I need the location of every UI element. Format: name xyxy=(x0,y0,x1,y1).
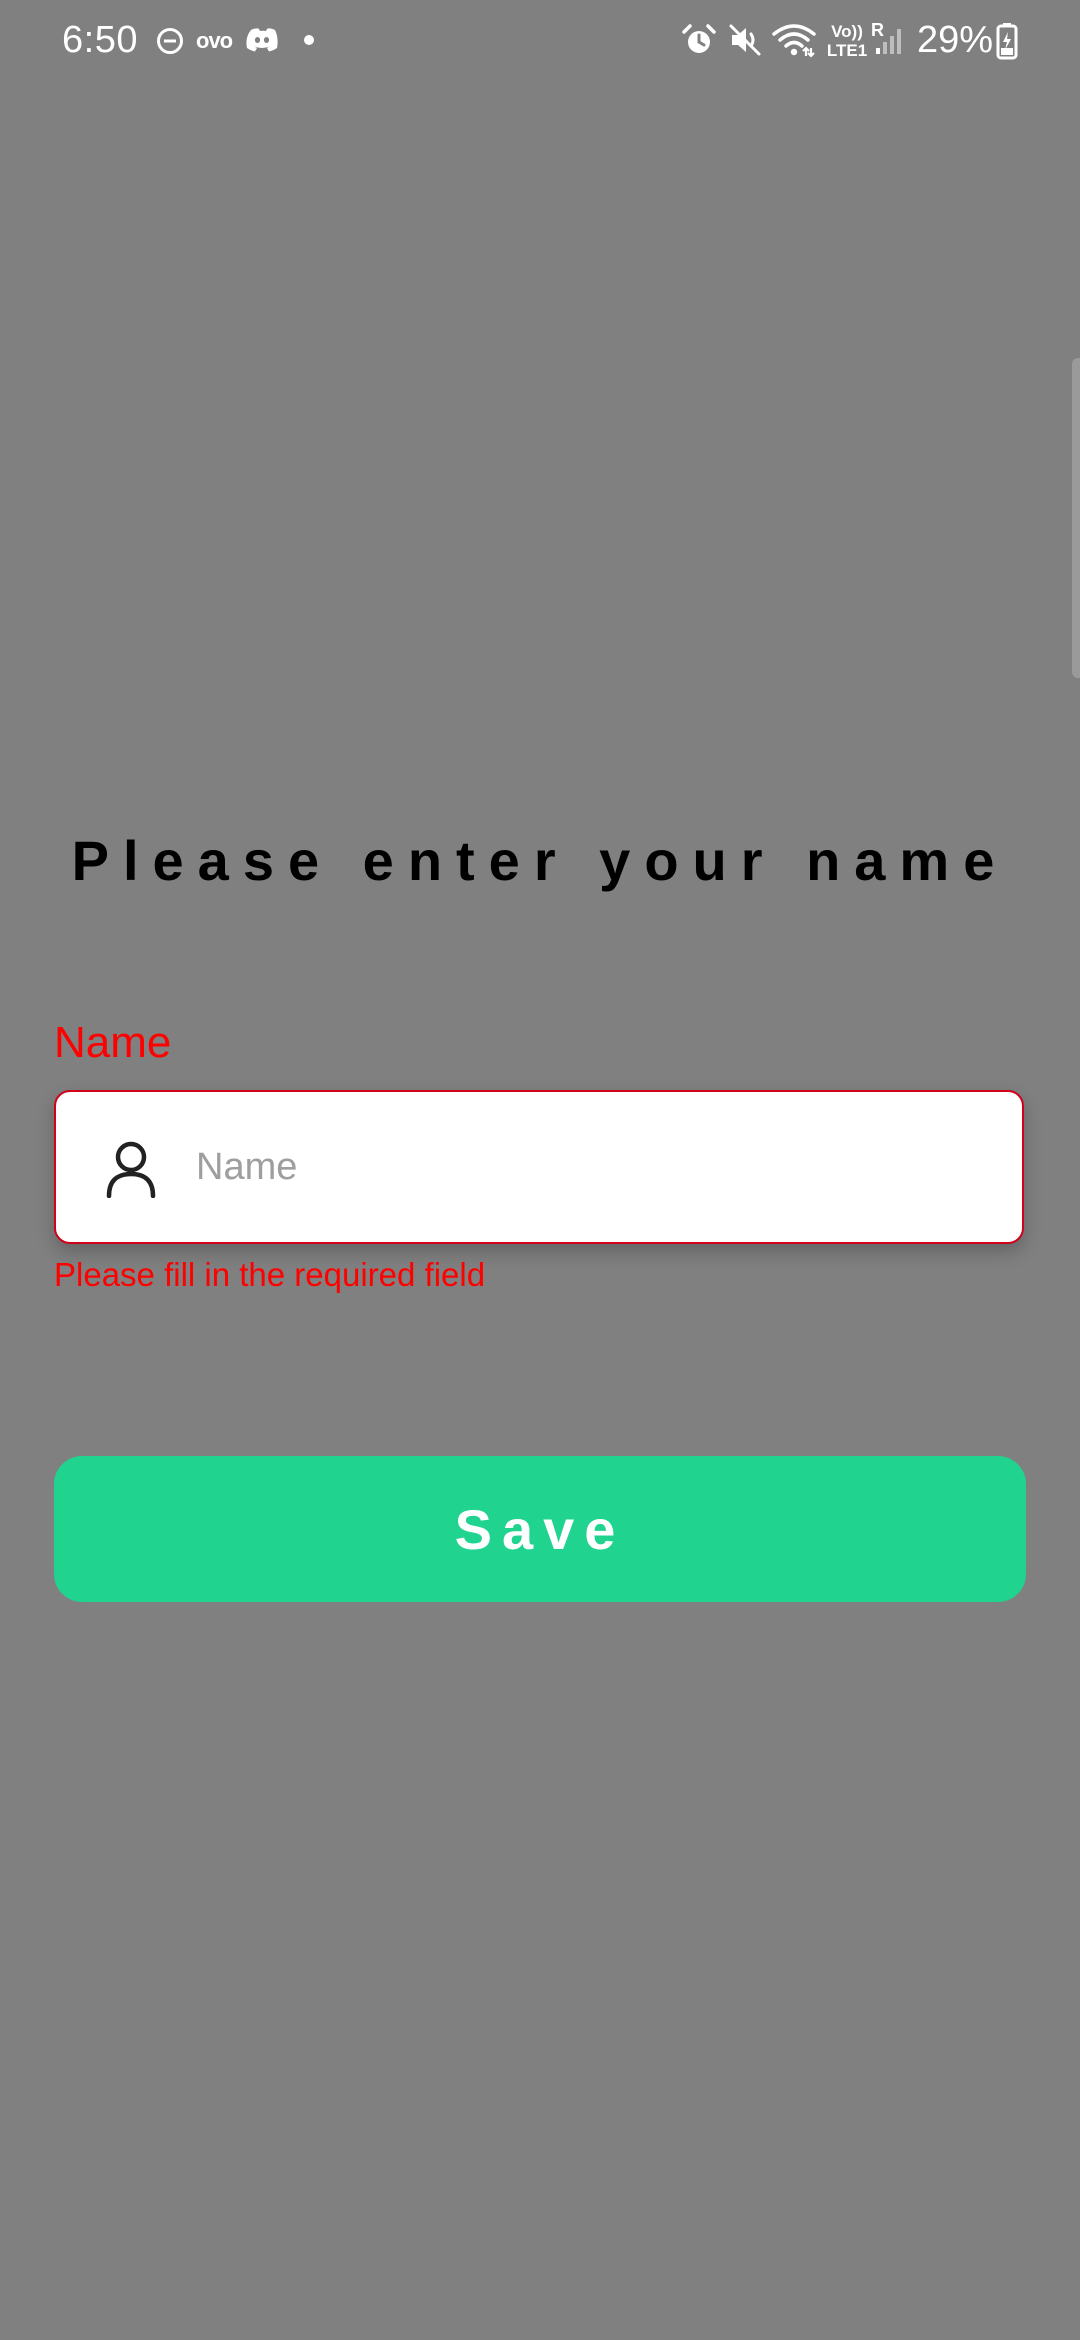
error-message: Please fill in the required field xyxy=(54,1256,486,1293)
name-input[interactable] xyxy=(196,1122,996,1212)
signal-icon xyxy=(876,29,901,54)
scrollbar-thumb[interactable] xyxy=(1072,358,1080,678)
person-icon xyxy=(106,1141,156,1198)
battery-icon xyxy=(996,23,1018,60)
status-time: 6:50 xyxy=(62,19,138,61)
mute-icon xyxy=(729,24,761,56)
name-field-label: Name xyxy=(54,1018,172,1067)
status-bar: 6:50 ovo Vo)) LTE1 R 29% xyxy=(0,0,1080,80)
volte-bottom-text: LTE1 xyxy=(826,41,868,60)
name-input-container[interactable] xyxy=(54,1090,1024,1244)
discord-icon xyxy=(246,28,278,52)
volte-top-text: Vo)) xyxy=(831,22,863,41)
save-button[interactable]: Save xyxy=(54,1456,1026,1602)
volte-icon: Vo)) LTE1 xyxy=(825,22,869,60)
wifi-icon xyxy=(772,24,816,58)
ovo-icon: ovo xyxy=(196,28,233,53)
dot-icon xyxy=(304,35,314,45)
do-not-disturb-icon xyxy=(157,28,183,54)
battery-percent: 29% xyxy=(917,19,994,61)
alarm-icon xyxy=(682,24,716,53)
page-title: Please enter your name xyxy=(71,829,1009,892)
